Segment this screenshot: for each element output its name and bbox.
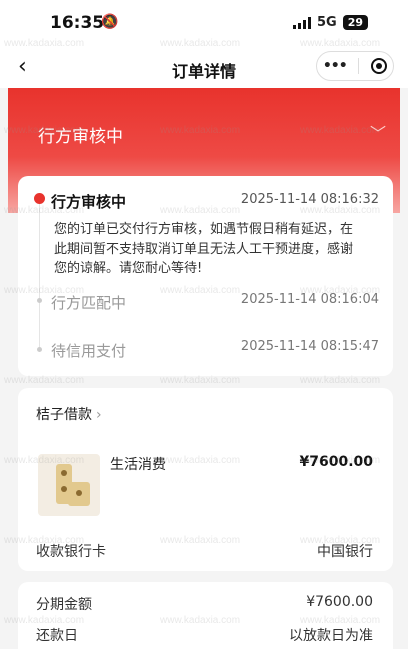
- watermark-text: www.kadaxia.com: [160, 375, 241, 386]
- timeline-step-time: 2025-11-14 08:15:47: [240, 339, 379, 354]
- signal-icon: [292, 16, 311, 29]
- timeline-step-time: 2025-11-14 08:16:32: [240, 192, 379, 207]
- target-icon[interactable]: [371, 58, 388, 74]
- bank-card-value: 中国银行: [317, 544, 373, 560]
- timeline-dot: [37, 347, 42, 352]
- chevron-right-icon: ›: [96, 407, 102, 423]
- timeline-step-description: 您的订单已交付行方审核，如遇节假日稍有延迟，在此期间暂不支持取消订单且无法人工干…: [54, 222, 354, 276]
- status-bar: 16:35 🔕 5G 29: [0, 0, 408, 46]
- timeline-dot: [37, 298, 42, 303]
- timeline-step-title: 待信用支付: [51, 342, 127, 360]
- loan-detail-card: 分期金额 ¥7600.00 还款日 以放款日为准: [18, 582, 393, 649]
- timeline-step-title: 行方审核中: [51, 193, 127, 211]
- installment-amount-label: 分期金额: [36, 597, 92, 613]
- repayment-date-value: 以放款日为准: [289, 628, 373, 644]
- capsule-divider: [358, 58, 360, 74]
- bell-muted-icon: 🔕: [101, 14, 119, 30]
- progress-timeline-card: 行方审核中 2025-11-14 08:16:32 您的订单已交付行方审核，如遇…: [18, 176, 393, 376]
- shop-name: 桔子借款: [36, 407, 92, 423]
- timeline-step-title: 行方匹配中: [51, 294, 127, 312]
- repayment-date-label: 还款日: [36, 628, 78, 644]
- timeline-dot-active: [34, 193, 45, 204]
- order-info-card: 桔子借款 › 生活消费 ¥7600.00 收款银行卡 中国银行: [18, 388, 393, 571]
- product-price: ¥7600.00: [299, 454, 373, 470]
- battery-icon: 29: [342, 15, 368, 30]
- network-label: 5G: [316, 15, 337, 30]
- product-name: 生活消费: [110, 457, 166, 473]
- more-dots-icon[interactable]: •••: [323, 58, 348, 74]
- product-image: [38, 454, 100, 516]
- bank-card-label: 收款银行卡: [36, 544, 106, 560]
- timeline-line: [39, 204, 40, 352]
- status-indicators: 5G 29: [292, 15, 368, 30]
- order-status-title: 行方审核中: [38, 127, 123, 147]
- timeline-step-time: 2025-11-14 08:16:04: [240, 292, 379, 307]
- miniapp-capsule: •••: [316, 51, 394, 81]
- installment-amount-value: ¥7600.00: [306, 594, 373, 610]
- watermark-text: www.kadaxia.com: [4, 375, 85, 386]
- status-time: 16:35: [50, 13, 105, 33]
- shop-link[interactable]: 桔子借款 ›: [36, 404, 102, 424]
- watermark-text: www.kadaxia.com: [300, 375, 381, 386]
- chevron-down-icon[interactable]: ﹀: [370, 120, 386, 144]
- nav-bar: ‹ 订单详情 •••: [0, 46, 408, 88]
